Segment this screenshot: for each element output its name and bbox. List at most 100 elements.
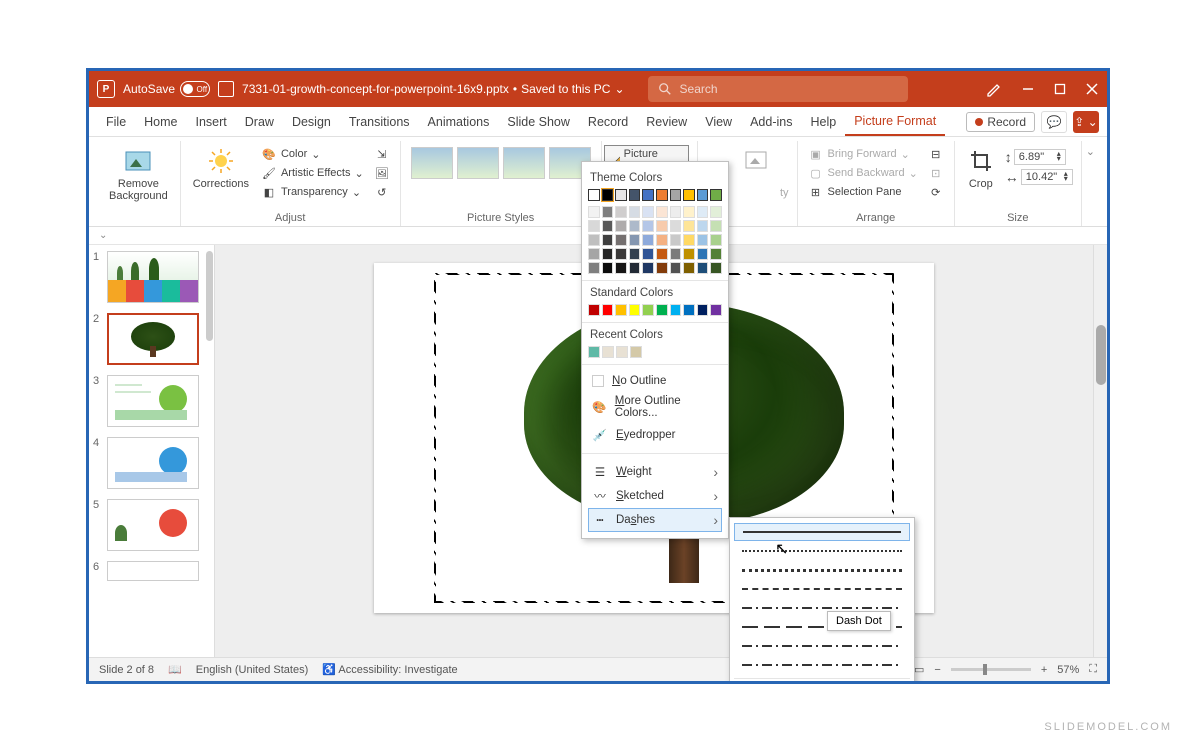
autosave-toggle[interactable]: AutoSave Off <box>123 81 210 97</box>
fit-button[interactable]: ⛶ <box>1089 663 1097 676</box>
alt-text-button[interactable] <box>738 145 774 177</box>
save-icon[interactable] <box>218 81 234 97</box>
color-swatch[interactable] <box>670 220 682 232</box>
color-swatch[interactable] <box>642 234 654 246</box>
color-swatch[interactable] <box>629 262 641 274</box>
more-lines-item[interactable]: ☰More Lines... <box>734 683 910 684</box>
color-swatch[interactable] <box>602 346 614 358</box>
color-swatch[interactable] <box>683 220 695 232</box>
color-button[interactable]: 🎨Color⌄ <box>259 145 366 163</box>
color-swatch[interactable] <box>670 234 682 246</box>
color-swatch[interactable] <box>656 304 668 316</box>
color-swatch[interactable] <box>629 206 641 218</box>
color-swatch[interactable] <box>588 234 600 246</box>
color-swatch[interactable] <box>642 220 654 232</box>
tab-help[interactable]: Help <box>801 107 845 136</box>
thumbnail-2[interactable] <box>107 313 199 365</box>
color-swatch[interactable] <box>588 262 600 274</box>
color-swatch[interactable] <box>697 189 709 201</box>
rotate-button[interactable]: ⟳ <box>926 183 946 201</box>
remove-background-button[interactable]: RemoveBackground <box>105 145 172 204</box>
color-swatch[interactable] <box>697 304 709 316</box>
color-swatch[interactable] <box>615 189 627 201</box>
tab-design[interactable]: Design <box>283 107 340 136</box>
zoom-level[interactable]: 57% <box>1057 664 1079 676</box>
language-button[interactable]: English (United States) <box>196 664 309 676</box>
compress-button[interactable]: ⇲ <box>372 145 392 163</box>
close-button[interactable] <box>1085 82 1099 96</box>
color-swatch[interactable] <box>602 234 614 246</box>
color-swatch[interactable] <box>629 304 641 316</box>
dash-dash[interactable] <box>734 580 910 598</box>
color-swatch[interactable] <box>642 262 654 274</box>
color-swatch[interactable] <box>710 262 722 274</box>
pen-icon[interactable] <box>985 80 1003 98</box>
zoom-out-button[interactable]: − <box>934 664 940 676</box>
color-swatch[interactable] <box>670 304 682 316</box>
thumbnail-scrollbar[interactable] <box>206 251 213 341</box>
color-swatch[interactable] <box>697 234 709 246</box>
tab-animations[interactable]: Animations <box>419 107 499 136</box>
color-swatch[interactable] <box>615 304 627 316</box>
color-swatch[interactable] <box>602 189 614 201</box>
color-swatch[interactable] <box>656 206 668 218</box>
slide-position[interactable]: Slide 2 of 8 <box>99 664 154 676</box>
color-swatch[interactable] <box>710 234 722 246</box>
dash-solid[interactable] <box>734 523 910 541</box>
picture-style-1[interactable] <box>411 147 453 179</box>
color-swatch[interactable] <box>683 206 695 218</box>
zoom-slider[interactable] <box>951 668 1031 671</box>
color-swatch[interactable] <box>697 220 709 232</box>
thumbnail-1[interactable] <box>107 251 199 303</box>
tab-home[interactable]: Home <box>135 107 186 136</box>
color-swatch[interactable] <box>656 262 668 274</box>
tab-slide-show[interactable]: Slide Show <box>498 107 579 136</box>
bring-forward-button[interactable]: ▣Bring Forward⌄ <box>806 145 920 163</box>
maximize-button[interactable] <box>1053 82 1067 96</box>
color-swatch[interactable] <box>630 346 642 358</box>
eyedropper-item[interactable]: 💉Eyedropper <box>588 423 722 447</box>
thumbnail-5[interactable] <box>107 499 199 551</box>
align-button[interactable]: ⊟ <box>926 145 946 163</box>
color-swatch[interactable] <box>656 234 668 246</box>
color-swatch[interactable] <box>697 206 709 218</box>
minimize-button[interactable] <box>1021 82 1035 96</box>
zoom-in-button[interactable]: + <box>1041 664 1047 676</box>
dash-long-dash-dot-dot[interactable] <box>734 656 910 674</box>
tab-file[interactable]: File <box>97 107 135 136</box>
color-swatch[interactable] <box>642 304 654 316</box>
accessibility-button[interactable]: ♿ Accessibility: Investigate <box>322 663 457 676</box>
color-swatch[interactable] <box>602 248 614 260</box>
height-input[interactable]: 6.89"▴▾ <box>1014 149 1066 165</box>
vertical-scrollbar[interactable] <box>1093 245 1107 657</box>
change-picture-button[interactable]: 🖼 <box>372 164 392 182</box>
dash-long-dash-dot[interactable] <box>734 637 910 655</box>
color-swatch[interactable] <box>588 304 600 316</box>
color-swatch[interactable] <box>588 346 600 358</box>
tab-record[interactable]: Record <box>579 107 637 136</box>
artistic-effects-button[interactable]: 🖌Artistic Effects⌄ <box>259 164 366 182</box>
color-swatch[interactable] <box>710 220 722 232</box>
corrections-button[interactable]: Corrections <box>189 145 253 192</box>
tab-transitions[interactable]: Transitions <box>340 107 419 136</box>
color-swatch[interactable] <box>697 248 709 260</box>
thumbnail-6[interactable] <box>107 561 199 581</box>
color-swatch[interactable] <box>642 189 654 201</box>
search-input[interactable]: Search <box>648 76 908 102</box>
no-outline-item[interactable]: No Outline <box>588 371 722 391</box>
color-swatch[interactable] <box>710 304 722 316</box>
picture-style-3[interactable] <box>503 147 545 179</box>
tab-draw[interactable]: Draw <box>236 107 283 136</box>
color-swatch[interactable] <box>629 234 641 246</box>
tab-picture-format[interactable]: Picture Format <box>845 107 945 136</box>
dash-square-dot[interactable] <box>734 561 910 579</box>
send-backward-button[interactable]: ▢Send Backward⌄ <box>806 164 920 182</box>
color-swatch[interactable] <box>697 262 709 274</box>
color-swatch[interactable] <box>615 248 627 260</box>
color-swatch[interactable] <box>602 206 614 218</box>
group-button[interactable]: ⊡ <box>926 164 946 182</box>
tab-insert[interactable]: Insert <box>187 107 236 136</box>
color-swatch[interactable] <box>588 189 600 201</box>
color-swatch[interactable] <box>642 206 654 218</box>
color-swatch[interactable] <box>602 304 614 316</box>
